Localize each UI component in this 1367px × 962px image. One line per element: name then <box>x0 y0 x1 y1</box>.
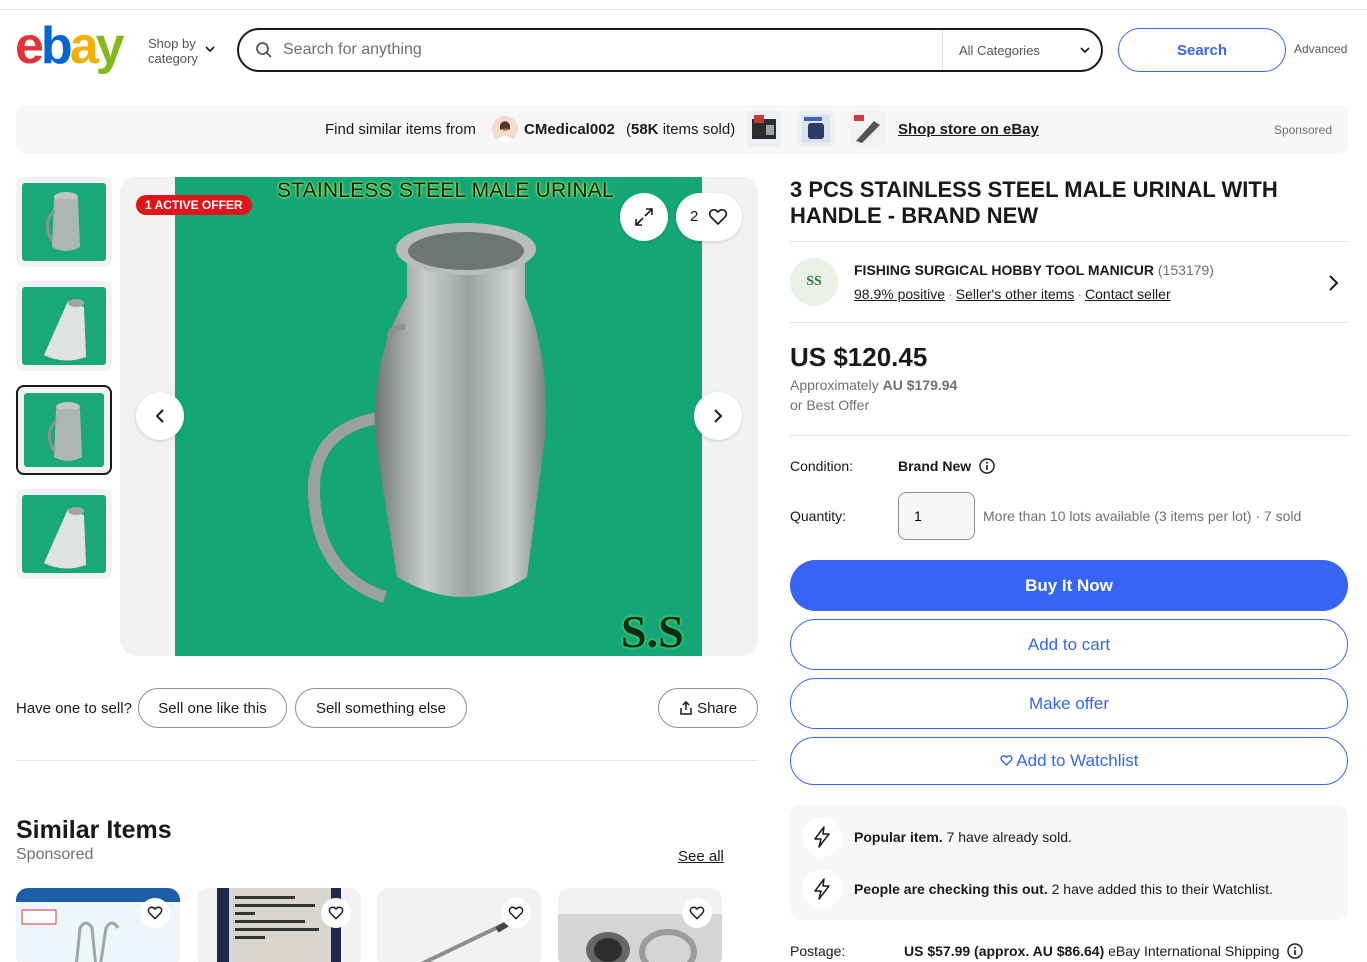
postage-value: US $57.99 (approx. AU $86.64) eBay Inter… <box>904 943 1303 959</box>
store-name[interactable]: CMedical002 <box>524 121 615 138</box>
item-title: 3 PCS STAINLESS STEEL MALE URINAL WITH H… <box>790 177 1278 228</box>
urgency-signals: Popular item. 7 have already sold. Peopl… <box>790 805 1348 920</box>
contact-seller-link[interactable]: Contact seller <box>1085 286 1171 302</box>
sell-something-else-button[interactable]: Sell something else <box>295 688 467 728</box>
info-icon[interactable] <box>979 458 995 474</box>
store-sold-count: (58K items sold) <box>626 121 736 138</box>
expand-icon <box>635 208 653 226</box>
heart-icon <box>147 906 163 920</box>
similar-item-card[interactable] <box>558 888 722 962</box>
gallery-thumbnail-selected[interactable] <box>16 385 112 475</box>
product-image[interactable]: STAINLESS STEEL MALE URINAL S.S <box>175 177 702 656</box>
seller-card[interactable]: SS FISHING SURGICAL HOBBY TOOL MANICUR (… <box>790 241 1348 323</box>
chevron-down-icon[interactable] <box>205 44 215 54</box>
approx-price: Approximately AU $179.94 <box>790 377 958 393</box>
condition-label: Condition: <box>790 458 854 474</box>
watch-heart-button[interactable] <box>321 898 351 928</box>
watch-count-button[interactable]: 2 <box>676 193 742 241</box>
feedback-positive-link[interactable]: 98.9% positive <box>854 286 945 302</box>
watchers-signal: People are checking this out. 2 have add… <box>854 881 1273 897</box>
search-icon <box>256 42 272 58</box>
share-button[interactable]: Share <box>658 688 758 728</box>
similar-sponsored-label: Sponsored <box>16 846 94 863</box>
lightning-icon <box>802 817 842 857</box>
condition-value: Brand New <box>898 458 995 474</box>
category-select[interactable]: All Categories <box>942 30 1102 70</box>
similar-item-card[interactable] <box>16 888 180 962</box>
gallery-thumbnail[interactable] <box>16 177 112 267</box>
chevron-left-icon <box>155 409 164 423</box>
make-offer-button[interactable]: Make offer <box>790 678 1348 729</box>
active-offer-badge: 1 ACTIVE OFFER <box>136 195 252 215</box>
quantity-input[interactable] <box>898 492 975 540</box>
heart-icon <box>508 906 524 920</box>
seller-logo: SS <box>790 258 838 306</box>
find-similar-label: Find similar items from <box>325 121 476 138</box>
share-icon <box>680 700 692 715</box>
top-strip <box>0 0 1367 10</box>
advanced-search-link[interactable]: Advanced <box>1294 42 1347 56</box>
heart-icon <box>999 755 1013 767</box>
postage-label: Postage: <box>790 943 846 959</box>
seller-links: 98.9% positive · Seller's other items · Cont… <box>854 286 1171 302</box>
search-input[interactable] <box>283 32 933 68</box>
info-icon[interactable] <box>1287 943 1303 959</box>
quantity-availability: More than 10 lots available (3 items per… <box>983 508 1302 524</box>
seller-avatar <box>492 116 518 142</box>
sponsored-store-banner[interactable]: Find similar items from CMedical002 (58K… <box>16 105 1348 153</box>
item-price: US $120.45 <box>790 342 928 372</box>
similar-item-card[interactable] <box>197 888 361 962</box>
image-caption: STAINLESS STEEL MALE URINAL <box>277 179 614 202</box>
shop-by-category[interactable]: Shop by category <box>148 36 198 66</box>
expand-button[interactable] <box>620 193 668 241</box>
image-watermark: S.S <box>621 606 684 656</box>
store-product-thumb[interactable] <box>850 111 886 147</box>
seller-other-items-link[interactable]: Seller's other items <box>956 286 1075 302</box>
similar-items-title: Similar Items <box>16 816 172 844</box>
heart-icon <box>708 208 728 226</box>
gallery-thumbnail[interactable] <box>16 281 112 371</box>
next-image-button[interactable] <box>694 392 742 440</box>
previous-image-button[interactable] <box>136 392 184 440</box>
search-bar: All Categories <box>237 28 1103 72</box>
store-product-thumb[interactable] <box>746 111 782 147</box>
watch-heart-button[interactable] <box>140 898 170 928</box>
sell-one-like-this-button[interactable]: Sell one like this <box>138 688 287 728</box>
sponsored-label: Sponsored <box>1273 123 1332 137</box>
watch-heart-button[interactable] <box>501 898 531 928</box>
divider <box>790 435 1348 436</box>
buy-it-now-button[interactable]: Buy It Now <box>790 560 1348 611</box>
divider <box>16 760 758 761</box>
have-one-to-sell-label: Have one to sell? <box>16 700 132 717</box>
seller-name: FISHING SURGICAL HOBBY TOOL MANICUR (153… <box>854 262 1214 278</box>
heart-icon <box>689 906 705 920</box>
popular-item-signal: Popular item. 7 have already sold. <box>854 829 1072 845</box>
best-offer-label: or Best Offer <box>790 397 870 413</box>
heart-icon <box>328 906 344 920</box>
add-to-cart-button[interactable]: Add to cart <box>790 619 1348 670</box>
search-button[interactable]: Search <box>1118 28 1286 72</box>
chevron-right-icon <box>714 409 723 423</box>
watch-heart-button[interactable] <box>682 898 712 928</box>
main-image-container: STAINLESS STEEL MALE URINAL S.S 1 ACTIVE… <box>120 177 758 656</box>
lightning-icon <box>802 869 842 909</box>
chevron-right-icon[interactable] <box>1326 274 1340 292</box>
store-product-thumb[interactable] <box>798 111 834 147</box>
see-all-link[interactable]: See all <box>678 848 724 865</box>
chevron-down-icon <box>1080 47 1090 54</box>
quantity-label: Quantity: <box>790 508 847 524</box>
ebay-logo[interactable]: ebay <box>15 20 125 72</box>
shop-store-link[interactable]: Shop store on eBay <box>898 121 1039 138</box>
similar-item-card[interactable] <box>377 888 541 962</box>
gallery-thumbnail[interactable] <box>16 489 112 579</box>
add-to-watchlist-button[interactable]: Add to Watchlist <box>790 737 1348 785</box>
